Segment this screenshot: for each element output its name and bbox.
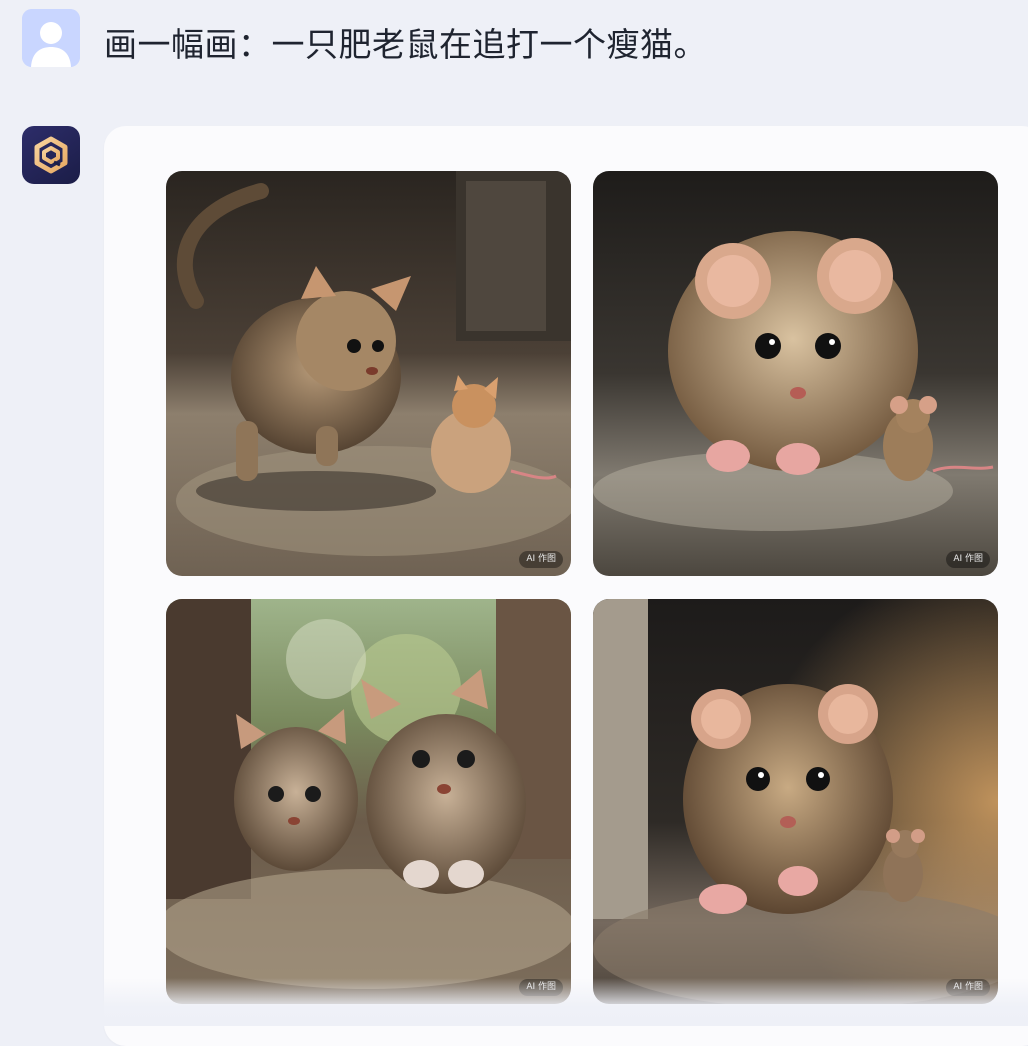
generated-image-3[interactable]: AI 作图 <box>166 599 571 1004</box>
generated-image-4[interactable]: AI 作图 <box>593 599 998 1004</box>
generated-image-1[interactable]: AI 作图 <box>166 171 571 576</box>
generated-image-2[interactable]: AI 作图 <box>593 171 998 576</box>
ai-generated-badge: AI 作图 <box>946 979 990 996</box>
generated-image-3-picture <box>166 599 571 1004</box>
generated-image-4-picture <box>593 599 998 1004</box>
user-avatar-icon <box>22 9 80 67</box>
generated-image-1-picture <box>166 171 571 576</box>
ai-generated-badge: AI 作图 <box>946 551 990 568</box>
ai-generated-badge: AI 作图 <box>519 551 563 568</box>
assistant-logo-icon <box>34 136 68 174</box>
user-avatar <box>22 9 80 67</box>
user-prompt-text: 画一幅画：一只肥老鼠在追打一个瘦猫。 <box>104 25 707 64</box>
ai-generated-badge: AI 作图 <box>519 979 563 996</box>
assistant-avatar <box>22 126 80 184</box>
generated-image-2-picture <box>593 171 998 576</box>
